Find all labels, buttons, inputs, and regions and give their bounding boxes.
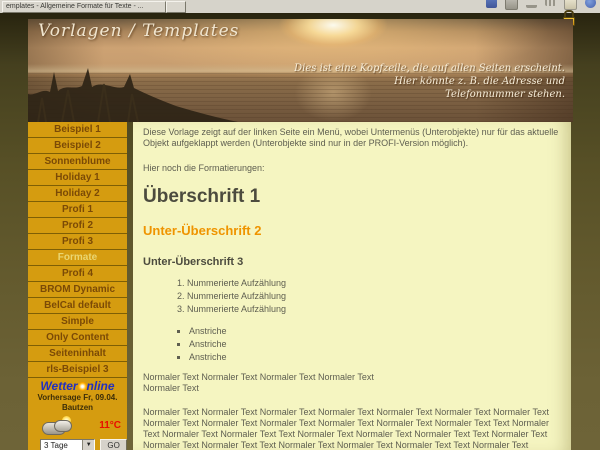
print-icon[interactable] (505, 0, 518, 10)
sidebar-item-rls-beispiel-3[interactable]: rls-Beispiel 3 (28, 362, 127, 378)
long-text-paragraph: Normaler Text Normaler Text Normaler Tex… (143, 407, 561, 450)
chevron-down-icon[interactable]: ▼ (82, 440, 94, 450)
formats-intro: Hier noch die Formatierungen: (143, 163, 561, 174)
tagline-line: Telefonnummer stehen. (294, 88, 565, 101)
fullscreen-icon[interactable] (526, 0, 537, 8)
bullet-list-item: Anstriche (189, 326, 561, 336)
forecast-date: Vorhersage Fr, 09.04. (28, 393, 127, 403)
browser-window: emplates - Allgemeine Formate für Texte … (0, 0, 600, 450)
sidebar-item-profi-2[interactable]: Profi 2 (28, 218, 127, 234)
browser-tab-stub[interactable] (166, 1, 186, 13)
sidebar-item-simple[interactable]: Simple (28, 314, 127, 330)
more-icon[interactable] (545, 0, 556, 6)
browser-toolbar-icons (486, 0, 596, 11)
sidebar-item-profi-1[interactable]: Profi 1 (28, 202, 127, 218)
sidebar-item-holiday-2[interactable]: Holiday 2 (28, 186, 127, 202)
tagline-line: Hier könnte z. B. die Adresse und (294, 75, 565, 88)
header-tagline: Dies ist eine Kopfzeile, die auf allen S… (294, 62, 565, 101)
intro-paragraph: Diese Vorlage zeigt auf der linken Seite… (143, 127, 561, 149)
edit-icon[interactable] (564, 0, 577, 10)
numbered-list: Nummerierte Aufzählung Nummerierte Aufzä… (143, 278, 561, 314)
sidebar-item-brom-dynamic[interactable]: BROM Dynamic (28, 282, 127, 298)
normal-text-paragraph: Normaler Text Normaler Text Normaler Tex… (143, 372, 561, 394)
numbered-list-item: Nummerierte Aufzählung (187, 291, 561, 301)
brand-prefix: Wetter (40, 379, 77, 393)
numbered-list-item: Nummerierte Aufzählung (187, 304, 561, 314)
heading-3: Unter-Überschrift 3 (143, 256, 561, 268)
site-title: Vorlagen / Templates (38, 21, 239, 41)
sidebar-item-profi-3[interactable]: Profi 3 (28, 234, 127, 250)
header-sunset-image: Vorlagen / Templates Dies ist eine Kopfz… (28, 19, 573, 122)
sidebar-item-beispiel-1[interactable]: Beispiel 1 (28, 122, 127, 138)
weather-widget: Wetter nline Vorhersage Fr, 09.04. Bautze… (28, 380, 127, 450)
temperature-value: 11°C (99, 420, 121, 431)
browser-chrome: emplates - Allgemeine Formate für Texte … (0, 0, 600, 14)
forecast-range-value: 3 Tage (41, 440, 82, 450)
partly-cloudy-icon (40, 416, 74, 434)
dune-grass-silhouette (28, 64, 238, 122)
heading-1: Überschrift 1 (143, 187, 561, 207)
main-content: Diese Vorlage zeigt auf der linken Seite… (133, 122, 571, 450)
sidebar-item-only-content[interactable]: Only Content (28, 330, 127, 346)
browser-tab[interactable]: emplates - Allgemeine Formate für Texte … (2, 1, 166, 13)
go-button[interactable]: GO (100, 439, 127, 450)
forecast-range-select[interactable]: 3 Tage ▼ (40, 439, 95, 450)
sidebar-item-profi-4[interactable]: Profi 4 (28, 266, 127, 282)
sidebar-item-beispiel-2[interactable]: Beispiel 2 (28, 138, 127, 154)
help-icon[interactable] (585, 0, 596, 8)
tagline-line: Dies ist eine Kopfzeile, die auf allen S… (294, 62, 565, 75)
sidebar-item-sonnenblume[interactable]: Sonnenblume (28, 154, 127, 170)
sidebar-item-holiday-1[interactable]: Holiday 1 (28, 170, 127, 186)
brand-suffix: nline (87, 379, 115, 393)
forecast-city: Bautzen (28, 403, 127, 413)
sun-icon (78, 382, 87, 391)
wetteronline-logo[interactable]: Wetter nline (28, 380, 127, 393)
normal-text-line: Normaler Text (143, 383, 561, 394)
sidebar-item-formate[interactable]: Formate (28, 250, 127, 266)
normal-text-line: Normaler Text Normaler Text Normaler Tex… (143, 372, 561, 383)
favorites-icon[interactable] (486, 0, 497, 8)
sidebar-item-seiteninhalt[interactable]: Seiteninhalt (28, 346, 127, 362)
heading-2: Unter-Überschrift 2 (143, 224, 561, 238)
numbered-list-item: Nummerierte Aufzählung (187, 278, 561, 288)
bullet-list-item: Anstriche (189, 339, 561, 349)
bullet-list: Anstriche Anstriche Anstriche (143, 326, 561, 362)
sidebar-item-belcal-default[interactable]: BelCal default (28, 298, 127, 314)
bullet-list-item: Anstriche (189, 352, 561, 362)
